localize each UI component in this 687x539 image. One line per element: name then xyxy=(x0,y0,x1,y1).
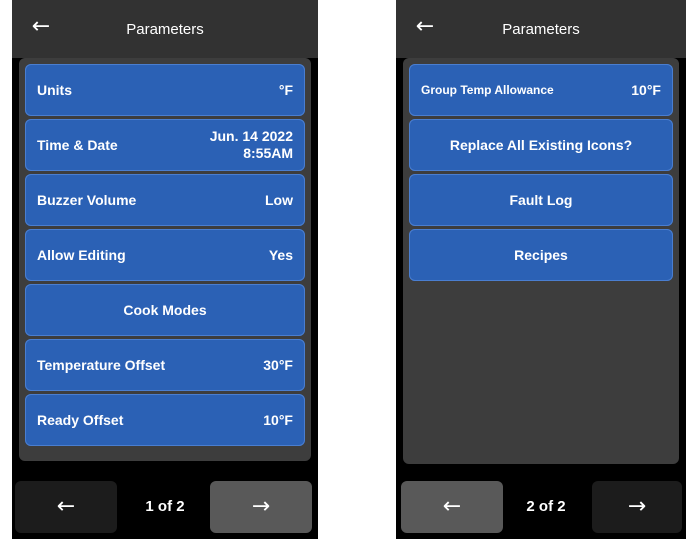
page-indicator: 2 of 2 xyxy=(526,498,566,515)
time-text: 8:55AM xyxy=(243,145,293,161)
temperature-offset-button[interactable]: Temperature Offset 30°F xyxy=(25,339,305,391)
cook-modes-button[interactable]: Cook Modes xyxy=(25,284,305,336)
next-page-button[interactable]: → xyxy=(210,481,312,533)
page-title: Parameters xyxy=(126,21,204,38)
page-indicator: 1 of 2 xyxy=(145,498,185,515)
row-label: Temperature Offset xyxy=(37,357,166,373)
group-temp-allowance-button[interactable]: Group Temp Allowance 10°F xyxy=(409,64,673,116)
page-title: Parameters xyxy=(502,21,580,38)
row-value: 30°F xyxy=(263,357,293,373)
settings-panel: Group Temp Allowance 10°F Replace All Ex… xyxy=(403,58,679,464)
recipes-button[interactable]: Recipes xyxy=(409,229,673,281)
row-value: 10°F xyxy=(263,412,293,428)
right-arrow-icon: → xyxy=(627,494,647,519)
header: ← Parameters xyxy=(12,0,318,58)
units-button[interactable]: Units °F xyxy=(25,64,305,116)
settings-panel: Units °F Time & Date Jun. 14 2022 8:55AM… xyxy=(19,58,311,461)
row-label: Buzzer Volume xyxy=(37,192,137,208)
row-value: Jun. 14 2022 8:55AM xyxy=(210,128,293,162)
pagination-bar: ← 1 of 2 → xyxy=(12,471,318,539)
row-value: °F xyxy=(278,82,293,98)
time-date-button[interactable]: Time & Date Jun. 14 2022 8:55AM xyxy=(25,119,305,171)
row-label: Allow Editing xyxy=(37,247,126,263)
row-label: Replace All Existing Icons? xyxy=(449,137,633,153)
fault-log-button[interactable]: Fault Log xyxy=(409,174,673,226)
row-label: Time & Date xyxy=(37,137,118,153)
parameters-screen-page-2: ← Parameters Group Temp Allowance 10°F R… xyxy=(396,0,686,539)
row-value: Low xyxy=(265,192,293,208)
right-arrow-icon: → xyxy=(251,494,271,519)
pagination-bar: ← 2 of 2 → xyxy=(396,471,686,539)
left-arrow-icon: ← xyxy=(442,494,462,519)
prev-page-button[interactable]: ← xyxy=(15,481,117,533)
row-label: Ready Offset xyxy=(37,412,124,428)
parameters-screen-page-1: ← Parameters Units °F Time & Date Jun. 1… xyxy=(12,0,318,539)
next-page-button[interactable]: → xyxy=(592,481,682,533)
row-label: Recipes xyxy=(514,247,568,263)
left-arrow-icon: ← xyxy=(56,494,76,519)
row-label: Units xyxy=(37,82,72,98)
row-value: Yes xyxy=(268,247,293,263)
row-label: Cook Modes xyxy=(123,302,207,318)
ready-offset-button[interactable]: Ready Offset 10°F xyxy=(25,394,305,446)
replace-icons-button[interactable]: Replace All Existing Icons? xyxy=(409,119,673,171)
row-label: Fault Log xyxy=(509,192,573,208)
row-value: 10°F xyxy=(631,82,661,98)
allow-editing-button[interactable]: Allow Editing Yes xyxy=(25,229,305,281)
row-label: Group Temp Allowance xyxy=(421,83,554,97)
prev-page-button[interactable]: ← xyxy=(401,481,503,533)
header: ← Parameters xyxy=(396,0,686,58)
date-text: Jun. 14 2022 xyxy=(209,128,293,144)
buzzer-volume-button[interactable]: Buzzer Volume Low xyxy=(25,174,305,226)
